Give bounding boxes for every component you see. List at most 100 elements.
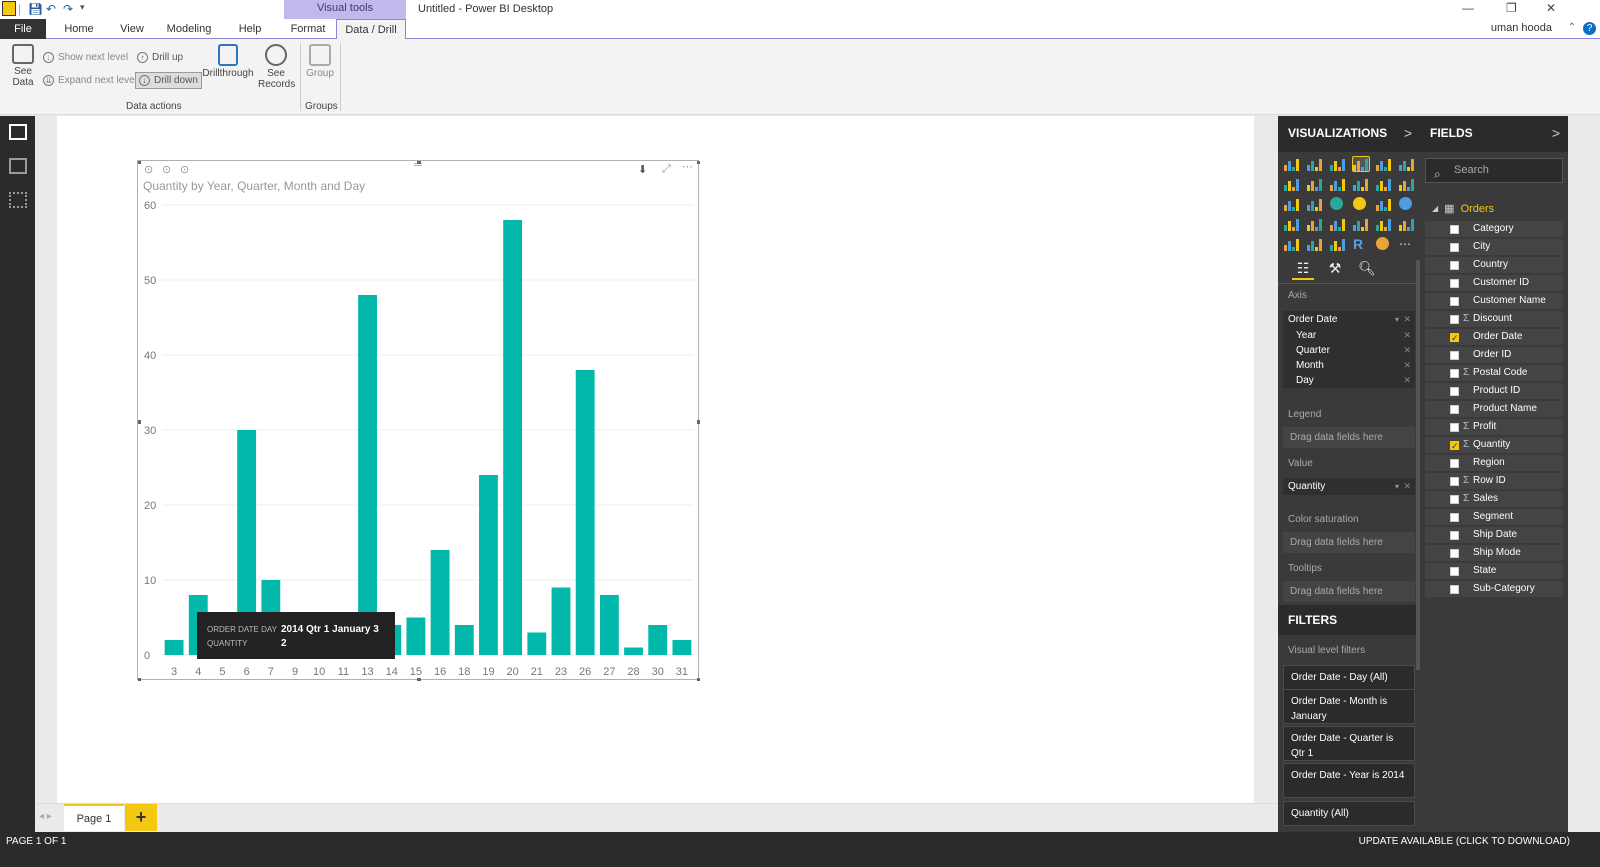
fields-well-icon[interactable]: ☷: [1292, 260, 1314, 280]
map-icon[interactable]: [1399, 197, 1412, 210]
funnel-icon[interactable]: [1307, 217, 1323, 231]
bar[interactable]: [648, 625, 668, 655]
axis-level-month[interactable]: Month ✕: [1283, 358, 1415, 373]
field-category[interactable]: Category: [1425, 221, 1563, 237]
field-checkbox[interactable]: [1450, 585, 1459, 594]
tab-format[interactable]: Format: [284, 19, 332, 39]
field-checkbox[interactable]: [1450, 387, 1459, 396]
drillthrough-button[interactable]: Drillthrough: [201, 44, 255, 79]
bar[interactable]: [575, 370, 595, 655]
report-page[interactable]: ⊙ ⊙ ⊙ ═ ⬇ ⤢ ⋯ Quantity by Year, Quarter,…: [57, 116, 1254, 803]
table-orders[interactable]: ◢ ▦ Orders: [1432, 202, 1494, 216]
globe-map-icon[interactable]: [1376, 237, 1389, 250]
scatter-chart-icon[interactable]: [1307, 197, 1323, 211]
field-checkbox[interactable]: [1450, 459, 1459, 468]
card-icon[interactable]: [1353, 217, 1369, 231]
see-records-button[interactable]: See Records: [258, 44, 295, 90]
field-row-id[interactable]: Σ Row ID: [1425, 473, 1563, 489]
field-country[interactable]: Country: [1425, 257, 1563, 273]
field-checkbox[interactable]: [1450, 567, 1459, 576]
user-name[interactable]: uman hooda: [1491, 22, 1552, 34]
field-discount[interactable]: Σ Discount: [1425, 311, 1563, 327]
axis-level-year[interactable]: Year ✕: [1283, 328, 1415, 343]
field-customer-name[interactable]: Customer Name: [1425, 293, 1563, 309]
field-checkbox[interactable]: [1450, 369, 1459, 378]
tab-home[interactable]: Home: [58, 19, 100, 39]
filter-quantity[interactable]: Quantity (All): [1283, 801, 1415, 826]
column-chart-visual[interactable]: ⊙ ⊙ ⊙ ═ ⬇ ⤢ ⋯ Quantity by Year, Quarter,…: [137, 159, 700, 681]
field-profit[interactable]: Σ Profit: [1425, 419, 1563, 435]
tab-data-drill[interactable]: Data / Drill: [336, 19, 406, 40]
field-checkbox[interactable]: [1450, 549, 1459, 558]
filter-order-date-month[interactable]: Order Date - Month is January: [1283, 689, 1415, 724]
field-checkbox[interactable]: [1450, 513, 1459, 522]
remove-level-icon[interactable]: ✕: [1403, 373, 1411, 388]
axis-field-order-date[interactable]: Order Date ▾ ✕: [1283, 311, 1415, 328]
expand-triangle-icon[interactable]: ◢: [1432, 204, 1438, 213]
axis-level-day[interactable]: Day ✕: [1283, 373, 1415, 388]
add-page-button[interactable]: +: [125, 804, 157, 831]
stacked-column-chart-icon[interactable]: [1307, 157, 1323, 171]
remove-level-icon[interactable]: ✕: [1403, 328, 1411, 343]
bar[interactable]: [551, 587, 571, 656]
line-column-chart-icon[interactable]: [1353, 177, 1369, 191]
tooltips-drop-zone[interactable]: Drag data fields here: [1283, 581, 1415, 602]
data-view-icon[interactable]: [9, 158, 27, 174]
field-quantity[interactable]: ΣQuantity: [1425, 437, 1563, 454]
area-chart-icon[interactable]: [1307, 177, 1323, 191]
field-checkbox[interactable]: [1450, 243, 1459, 252]
field-checkbox[interactable]: [1450, 261, 1459, 270]
customize-quick-access-icon[interactable]: ▾: [80, 2, 85, 13]
format-paint-roller-icon[interactable]: ⚒: [1324, 260, 1346, 280]
bar[interactable]: [599, 595, 619, 655]
group-button[interactable]: Group: [304, 44, 336, 79]
resize-handle[interactable]: [138, 678, 141, 681]
field-sub-category[interactable]: Sub-Category: [1425, 581, 1563, 597]
page-tab-1[interactable]: Page 1: [64, 804, 124, 831]
clustered-bar-chart-icon[interactable]: [1330, 157, 1346, 171]
resize-handle[interactable]: [138, 161, 141, 164]
bar[interactable]: [406, 617, 426, 656]
bar[interactable]: [479, 475, 498, 655]
value-field-quantity[interactable]: Quantity ▾ ✕: [1283, 478, 1415, 495]
analytics-magnifier-icon[interactable]: 🔍︎: [1356, 260, 1378, 280]
clustered-column-chart-icon[interactable]: [1352, 156, 1370, 172]
remove-level-icon[interactable]: ✕: [1403, 343, 1411, 358]
bar[interactable]: [672, 640, 692, 655]
relationships-view-icon[interactable]: [9, 192, 27, 208]
field-segment[interactable]: Segment: [1425, 509, 1563, 525]
line-clustered-column-chart-icon[interactable]: [1376, 177, 1392, 191]
see-data-button[interactable]: See Data: [8, 44, 38, 88]
field-checkbox[interactable]: [1450, 423, 1459, 432]
remove-level-icon[interactable]: ✕: [1403, 358, 1411, 373]
field-ship-date[interactable]: Ship Date: [1425, 527, 1563, 543]
field-product-id[interactable]: Product ID: [1425, 383, 1563, 399]
axis-level-quarter[interactable]: Quarter ✕: [1283, 343, 1415, 358]
remove-axis-field-icon[interactable]: ✕: [1403, 311, 1411, 328]
resize-handle[interactable]: [417, 678, 421, 681]
report-view-icon[interactable]: [9, 124, 27, 140]
tab-modeling[interactable]: Modeling: [160, 19, 218, 39]
gauge-icon[interactable]: [1330, 217, 1346, 231]
redo-icon[interactable]: ↷: [63, 2, 73, 16]
donut-chart-icon[interactable]: [1353, 197, 1366, 210]
collapse-ribbon-icon[interactable]: ⌃: [1568, 22, 1576, 33]
axis-field-dropdown-icon[interactable]: ▾: [1395, 311, 1399, 328]
filter-order-date-quarter[interactable]: Order Date - Quarter is Qtr 1: [1283, 726, 1415, 761]
bar[interactable]: [527, 632, 547, 656]
ribbon-chart-icon[interactable]: [1399, 177, 1415, 191]
field-checkbox[interactable]: [1450, 315, 1459, 324]
field-checkbox[interactable]: [1450, 438, 1459, 454]
expand-next-level-button[interactable]: ⇊ Expand next level: [43, 75, 137, 86]
tab-file[interactable]: File: [0, 19, 46, 39]
show-next-level-button[interactable]: ↓ Show next level: [43, 52, 128, 63]
save-icon[interactable]: 💾︎: [28, 2, 43, 16]
field-checkbox[interactable]: [1450, 405, 1459, 414]
bar[interactable]: [430, 550, 450, 655]
remove-value-field-icon[interactable]: ✕: [1403, 478, 1411, 495]
bar[interactable]: [503, 220, 523, 655]
collapse-fields-icon[interactable]: >: [1552, 116, 1560, 150]
field-city[interactable]: City: [1425, 239, 1563, 255]
resize-handle[interactable]: [417, 161, 421, 164]
resize-handle[interactable]: [697, 678, 700, 681]
